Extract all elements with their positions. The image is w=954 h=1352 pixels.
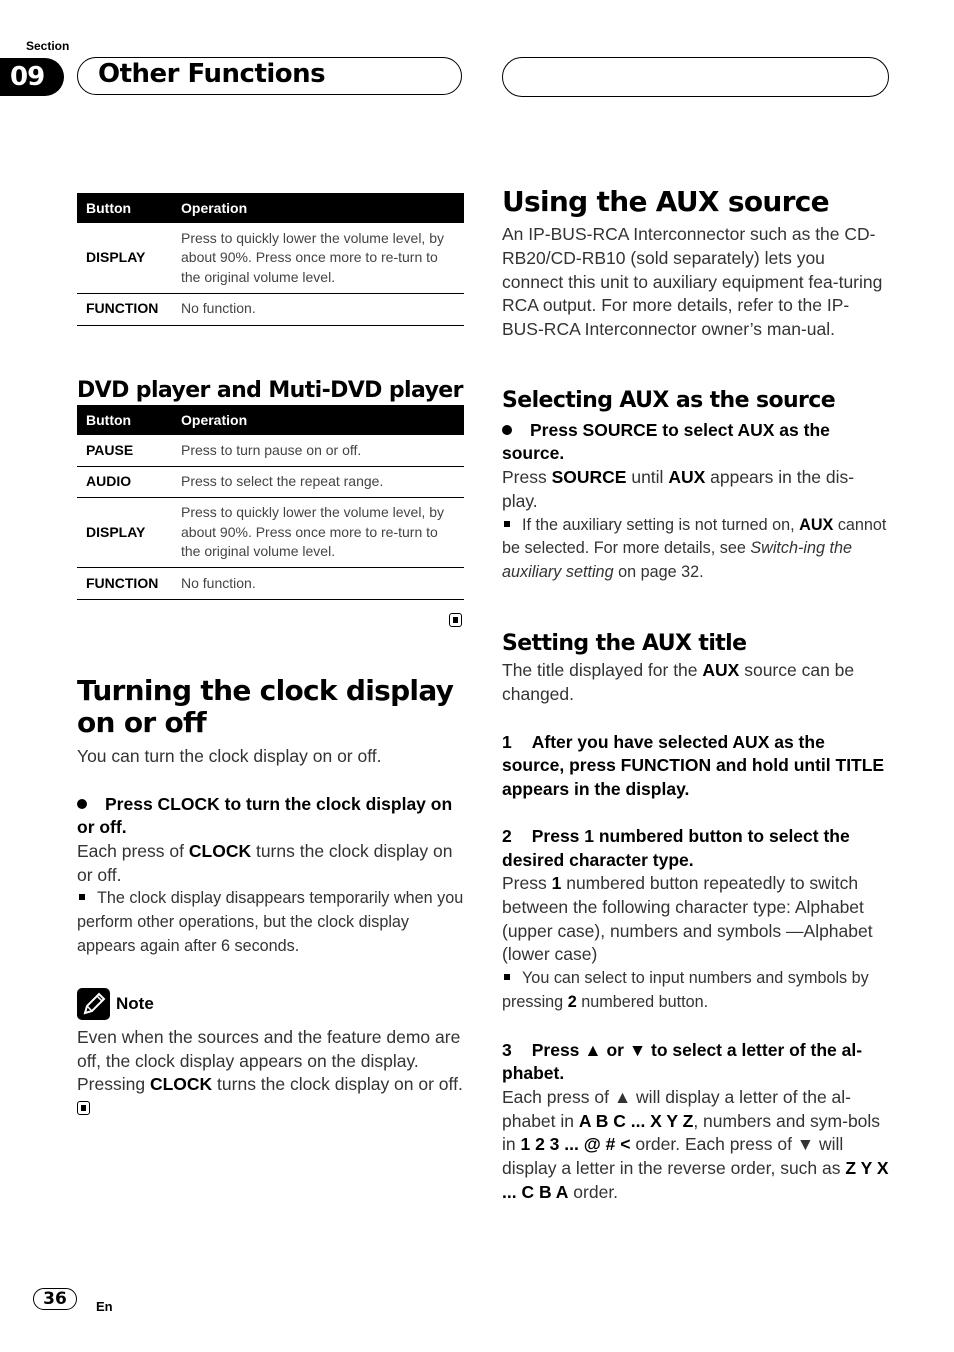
operation-cell: Press to quickly lower the volume level,… [172,223,464,294]
operation-cell: Press to quickly lower the volume level,… [172,497,464,568]
section-end-mark-icon [77,1101,90,1116]
symbol-sequence: 1 2 3 ... @ # < [520,1134,631,1155]
clock-heading: Turning the clock display on or off [77,674,454,739]
language-code: En [96,1299,113,1314]
clock-tip-text: The clock display disappears temporarily… [77,889,464,955]
table-row: AUDIO Press to select the repeat range. [77,466,464,498]
text: Press [502,466,552,487]
text: on page 32. [613,563,704,582]
tip-square-icon [504,520,510,527]
aux-title-intro: The title displayed for the AUX source c… [502,659,889,707]
header-empty-pill [502,57,889,97]
clock-button-label: CLOCK [188,840,252,861]
table-header-row: Button Operation [77,193,464,223]
step-2-tip: You can select to input numbers and symb… [502,967,889,1015]
section-end-mark-icon [449,613,462,627]
column-header-operation: Operation [172,404,464,435]
text: Each press of [77,840,189,861]
text: Press [502,873,552,894]
pencil-note-icon [77,987,110,1020]
section-number-tab: 09 [0,58,64,96]
aux-label: AUX [702,659,740,680]
right-column: Using the AUX source An IP-BUS-RCA Inter… [502,186,889,1205]
step-number: 2 [502,826,512,847]
section-title-pill: Other Functions [77,57,462,95]
column-header-button: Button [77,193,172,223]
dvd-heading: DVD player and Muti-DVD player [77,377,463,403]
tip-square-icon [79,894,85,901]
button-cell: PAUSE [77,434,172,467]
tip-square-icon [504,974,510,981]
table-row: DISPLAY Press to quickly lower the volum… [77,223,464,294]
text: order. [568,1182,619,1203]
select-aux-tip: If the auxiliary setting is not turned o… [502,514,889,585]
operation-cell: Press to turn pause on or off. [172,434,464,467]
step-number: 3 [502,1039,512,1060]
letter-sequence: A B C ... X Y Z [578,1110,694,1131]
column-header-operation: Operation [172,193,464,223]
text: The title displayed for the [502,659,703,680]
step-3-description: Each press of ▲ will display a letter of… [502,1086,889,1205]
clock-button-label: CLOCK [149,1074,213,1095]
step-3: 3 Press ▲ or ▼ to select a letter of the … [502,1039,889,1086]
clock-description: Each press of CLOCK turns the clock disp… [77,840,464,888]
select-aux-step-text: Press SOURCE to select AUX as the source… [502,419,830,464]
table-row: DISPLAY Press to quickly lower the volum… [77,497,464,568]
left-column: Button Operation DISPLAY Press to quickl… [77,193,464,1121]
step-text: Press 1 numbered button to select the de… [502,826,850,870]
text: If the auxiliary setting is not turned o… [522,515,800,534]
section-title: Other Functions [98,59,326,89]
clock-step-text: Press CLOCK to turn the clock display on… [77,793,453,838]
operation-cell: Press to select the repeat range. [172,466,464,498]
number-button-label: 2 [567,993,577,1012]
column-header-button: Button [77,404,172,435]
button-cell: AUDIO [77,466,172,498]
table-header-row: Button Operation [77,404,464,435]
step-number: 1 [502,731,512,752]
button-cell: FUNCTION [77,567,172,600]
text: turns the clock display on or off. [212,1074,463,1095]
source-button-label: SOURCE [551,466,627,487]
text: until [626,466,669,487]
step-text: After you have selected AUX as the sourc… [502,731,885,799]
button-cell: DISPLAY [77,223,172,294]
dvd-operations-table: Button Operation PAUSE Press to turn pau… [77,404,464,600]
button-cell: FUNCTION [77,293,172,326]
page-number: 36 [33,1288,77,1310]
table-row: FUNCTION No function. [77,293,464,326]
aux-title-heading: Setting the AUX title [502,630,747,656]
number-button-label: 1 [551,873,562,894]
table-row: PAUSE Press to turn pause on or off. [77,434,464,467]
aux-label: AUX [668,466,706,487]
text: numbered button. [576,993,709,1012]
bullet-icon [77,798,87,809]
section-label: Section [26,39,70,53]
select-aux-description: Press SOURCE until AUX appears in the di… [502,466,889,514]
operations-table: Button Operation DISPLAY Press to quickl… [77,193,464,326]
note-label: Note [116,993,154,1013]
note-body: Even when the sources and the feature de… [77,1026,464,1121]
clock-intro: You can turn the clock display on or off… [77,746,382,766]
clock-tip: The clock display disappears temporarily… [77,887,464,958]
aux-label: AUX [799,515,834,534]
note-header: Note [77,987,464,1020]
operation-cell: No function. [172,567,464,600]
bullet-icon [502,424,512,435]
step-2: 2 Press 1 numbered button to select the d… [502,825,889,872]
table-row: FUNCTION No function. [77,567,464,600]
aux-heading: Using the AUX source [502,185,830,218]
step-text: Press ▲ or ▼ to select a letter of the a… [502,1039,863,1084]
button-cell: DISPLAY [77,497,172,568]
select-aux-step: Press SOURCE to select AUX as the source… [502,419,889,466]
step-2-description: Press 1 numbered button repeatedly to sw… [502,872,889,967]
step-1: 1 After you have selected AUX as the sour… [502,731,889,802]
aux-intro: An IP-BUS-RCA Interconnector such as the… [502,224,883,340]
operation-cell: No function. [172,293,464,326]
clock-step: Press CLOCK to turn the clock display on… [77,793,464,840]
select-aux-heading: Selecting AUX as the source [502,387,836,413]
